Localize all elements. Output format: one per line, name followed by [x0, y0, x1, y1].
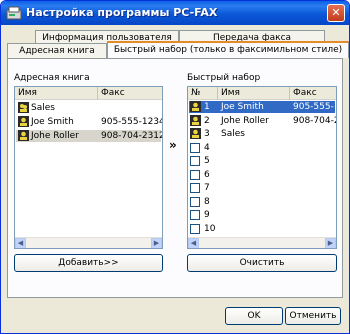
clear-button[interactable]: Очистить [187, 254, 337, 272]
address-fax: 908-704-2312 [101, 131, 163, 141]
speed-dial-row[interactable]: 6 [189, 169, 335, 181]
ok-button[interactable]: OK [225, 307, 283, 325]
speed-dial-row[interactable]: 1 Joe Smith 905-555-12 [189, 101, 336, 113]
speed-dial-hscrollbar[interactable]: ◀ ▶ [188, 237, 336, 248]
speed-dial-number: 3 [204, 129, 210, 139]
scroll-left-arrow[interactable]: ◀ [188, 238, 199, 248]
tab-address-book[interactable]: Адресная книга [7, 43, 107, 58]
speed-dial-row[interactable]: 5 [189, 155, 335, 167]
add-button[interactable]: Добавить>> [14, 254, 163, 272]
close-button[interactable]: ✕ [327, 4, 345, 22]
address-name: Sales [31, 103, 55, 113]
speed-dial-checkbox[interactable] [190, 183, 200, 193]
speed-dial-name: Joe Smith [221, 102, 264, 112]
speed-dial-checkbox[interactable] [190, 196, 200, 207]
speed-dial-checkbox[interactable] [190, 223, 200, 234]
speed-dial-row[interactable]: 3 Sales [189, 128, 335, 140]
speed-dial-number: 9 [204, 210, 210, 220]
speed-dial-row[interactable]: 10 [189, 223, 335, 235]
person-icon [190, 101, 201, 112]
speed-dial-header: № Имя Факс [188, 87, 336, 100]
column-fax-header[interactable]: Факс [98, 87, 162, 100]
address-row[interactable]: Joe Smith 905-555-1234 [16, 116, 163, 128]
column-number-header[interactable]: № [188, 87, 218, 100]
address-book-label: Адресная книга [14, 73, 90, 83]
speed-dial-number: 6 [204, 169, 210, 180]
person-icon [190, 114, 201, 126]
title-bar[interactable]: Настройка программы PC-FAX ✕ [1, 1, 349, 25]
speed-dial-row[interactable]: 4 [189, 142, 335, 154]
speed-dial-name: Sales [221, 129, 245, 139]
speed-dial-checkbox[interactable] [190, 156, 200, 166]
speed-dial-number: 10 [204, 223, 216, 234]
person-icon [18, 116, 29, 127]
speed-dial-list[interactable]: № Имя Факс 1 Joe Smith 905-555-12 2 Johe Rol… [187, 86, 337, 249]
column-fax-header[interactable]: Факс [290, 87, 336, 100]
scroll-right-arrow[interactable]: ▶ [325, 238, 336, 248]
speed-dial-number: 1 [204, 102, 210, 112]
move-arrows-icon: » [169, 138, 177, 152]
speed-dial-row[interactable]: 7 [189, 182, 335, 194]
person-icon [18, 130, 29, 141]
address-name: Johe Roller [31, 131, 79, 141]
address-fax: 905-555-1234 [101, 117, 163, 127]
address-book-list[interactable]: Имя Факс Sales Joe Smith 905-555-1234 Jo… [14, 86, 163, 249]
speed-dial-number: 2 [204, 115, 210, 126]
speed-dial-name: Johe Roller [221, 115, 269, 126]
address-book-header: Имя Факс [15, 87, 162, 100]
pcfax-app-icon [6, 6, 22, 20]
speed-dial-label: Быстрый набор [187, 73, 261, 83]
speed-dial-row[interactable]: 2 Johe Roller 908-704-23 [189, 114, 336, 127]
speed-dial-number: 5 [204, 156, 210, 166]
speed-dial-checkbox[interactable] [190, 210, 200, 220]
tab-speed-dial[interactable]: Быстрый набор (только в факсимильном сти… [107, 41, 349, 58]
speed-dial-number: 8 [204, 196, 210, 207]
address-row[interactable]: Johe Roller 908-704-2312 [16, 130, 163, 142]
group-icon [190, 128, 201, 139]
speed-dial-checkbox[interactable] [190, 142, 200, 153]
scroll-left-arrow[interactable]: ◀ [15, 238, 26, 248]
speed-dial-checkbox[interactable] [190, 169, 200, 180]
speed-dial-fax: 908-704-23 [293, 115, 336, 126]
cancel-button[interactable]: Отменить [285, 307, 341, 325]
speed-dial-row[interactable]: 9 [189, 209, 335, 221]
speed-dial-number: 7 [204, 183, 210, 193]
speed-dial-number: 4 [204, 142, 210, 153]
address-book-hscrollbar[interactable]: ◀ ▶ [15, 237, 162, 248]
pcfax-settings-dialog: Настройка программы PC-FAX ✕ Информация … [0, 0, 350, 334]
speed-dial-fax: 905-555-12 [293, 102, 336, 112]
group-icon [18, 102, 29, 113]
column-name-header[interactable]: Имя [15, 87, 98, 100]
scroll-right-arrow[interactable]: ▶ [151, 238, 162, 248]
window-title: Настройка программы PC-FAX [26, 6, 218, 19]
speed-dial-row[interactable]: 8 [189, 196, 335, 208]
address-row[interactable]: Sales [16, 102, 161, 114]
column-name-header[interactable]: Имя [218, 87, 290, 100]
address-name: Joe Smith [31, 117, 74, 127]
